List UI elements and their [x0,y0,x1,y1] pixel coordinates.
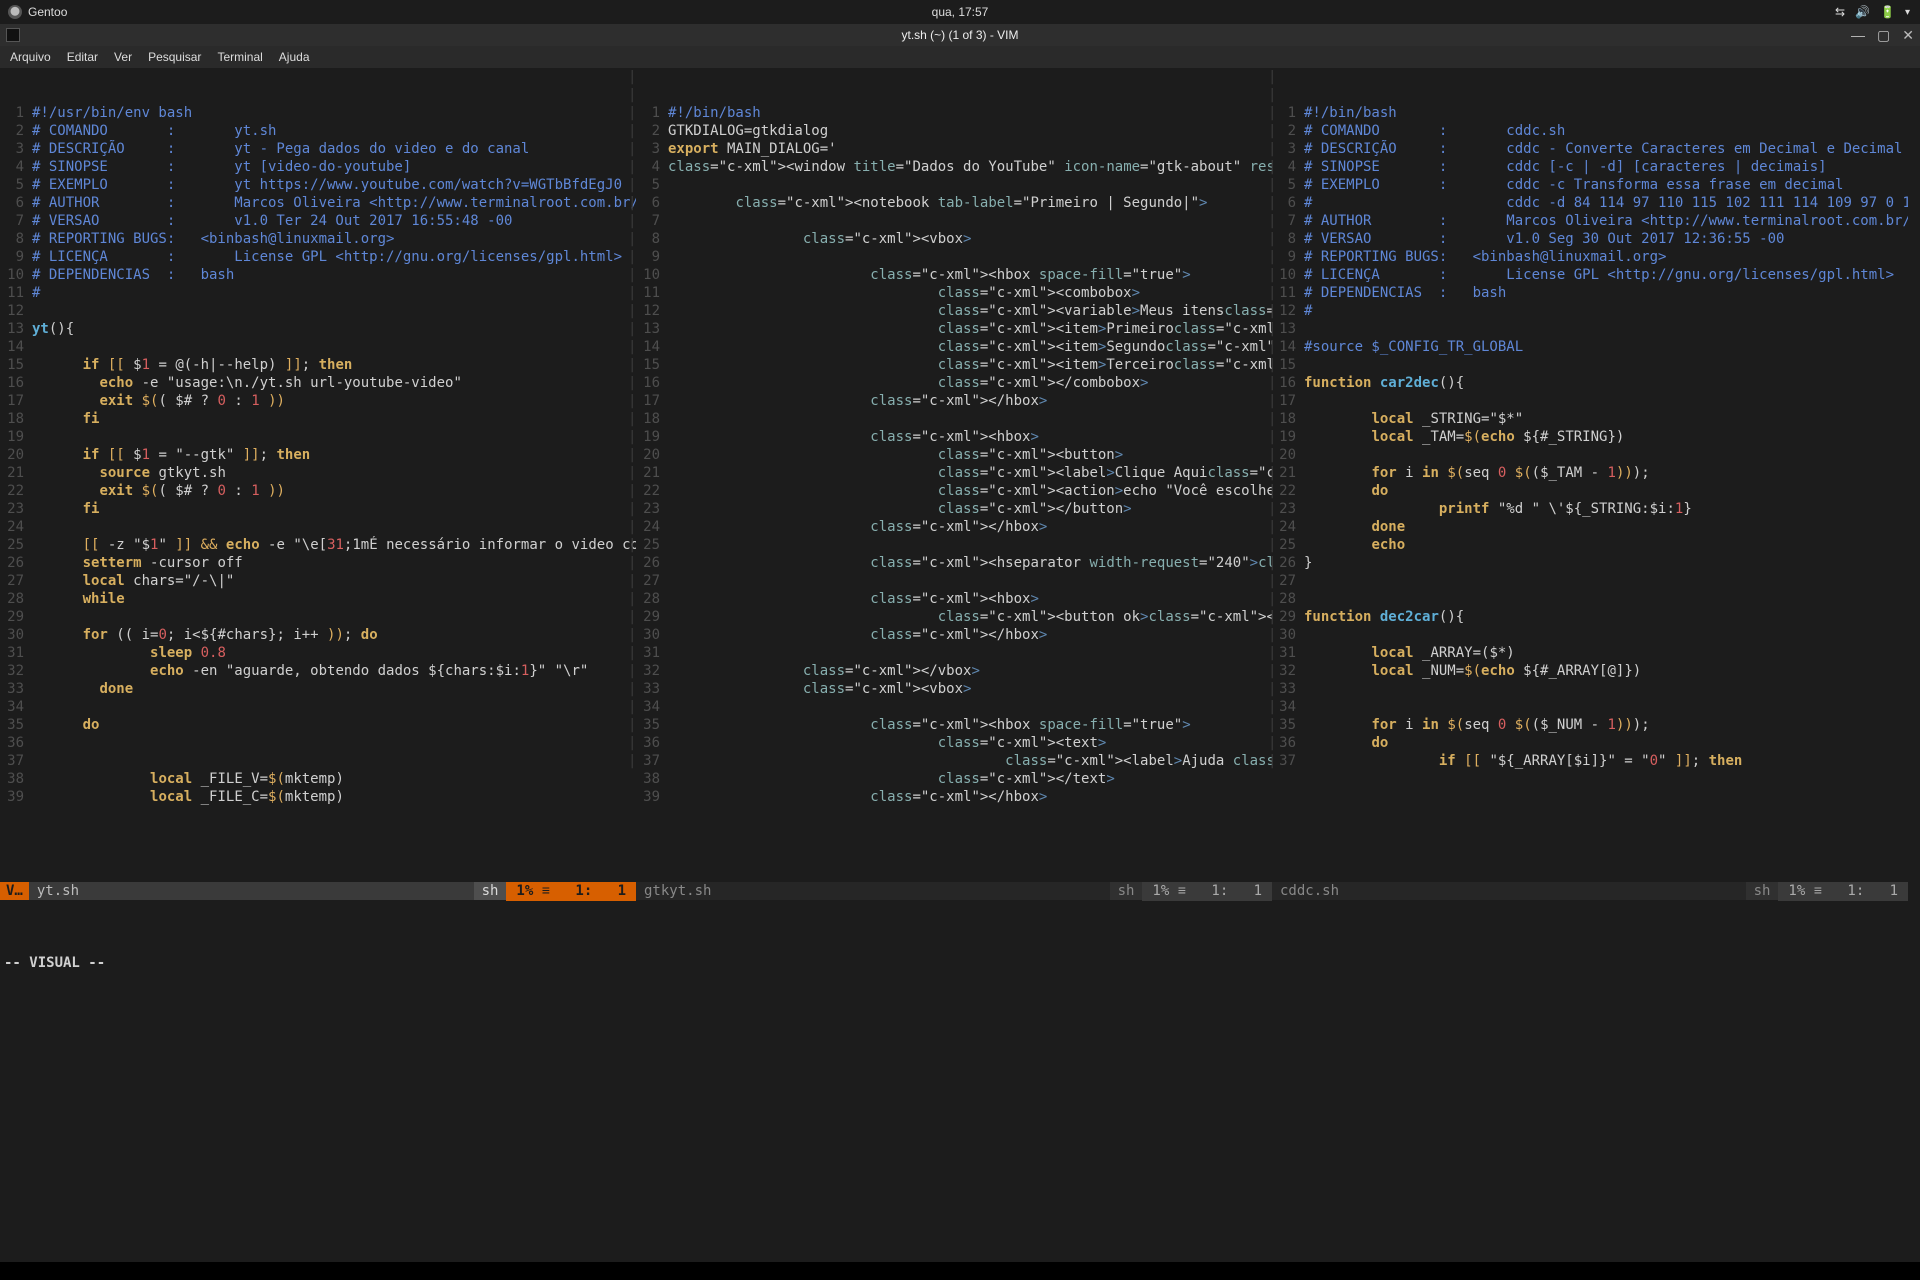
status-filetype: sh [1118,883,1135,899]
topbar-left[interactable]: Gentoo [0,5,67,19]
gentoo-logo-icon [8,5,22,19]
menu-help[interactable]: Ajuda [279,50,310,64]
code-area-3[interactable]: #!/bin/bash# COMANDO : cddc.sh# DESCRIÇÃ… [1304,104,1908,770]
status-position: 1: 1 [1211,883,1262,899]
menu-view[interactable]: Ver [114,50,132,64]
terminal-icon [6,28,20,42]
window-titlebar[interactable]: yt.sh (~) (1 of 3) - VIM — ▢ ✕ [0,24,1920,46]
gnome-topbar: Gentoo qua, 17:57 ⇆ 🔊 🔋 ▾ [0,0,1920,24]
status-sep-icon: ≡ [542,884,550,900]
network-icon[interactable]: ⇆ [1835,5,1845,19]
line-number-gutter: 1 2 3 4 5 6 7 8 910111213141516171819202… [636,104,664,806]
terminal-empty-area [0,1008,1920,1262]
status-sep-icon: ≡ [1814,884,1822,900]
menu-file[interactable]: Arquivo [10,50,51,64]
status-position: 1: 1 [575,883,626,899]
status-filename: gtkyt.sh [636,882,1110,900]
statusline-inactive-2: gtkyt.sh sh 1% ≡ 1: 1 [636,882,1272,900]
topbar-clock: qua, 17:57 [0,5,1920,19]
split-pane-1[interactable]: 1 2 3 4 5 6 7 8 910111213141516171819202… [0,104,636,810]
status-filename: cddc.sh [1272,882,1746,900]
vim-editor[interactable]: 1 2 3 4 5 6 7 8 910111213141516171819202… [0,68,1920,1064]
line-number-gutter: 1 2 3 4 5 6 7 8 910111213141516171819202… [0,104,28,806]
menu-search[interactable]: Pesquisar [148,50,201,64]
status-filetype: sh [482,883,499,899]
window-title: yt.sh (~) (1 of 3) - VIM [901,28,1018,42]
split-pane-3[interactable]: 1 2 3 4 5 6 7 8 910111213141516171819202… [1272,104,1908,810]
window-minimize-button[interactable]: — [1851,27,1865,44]
battery-icon[interactable]: 🔋 [1880,5,1895,19]
status-sep-icon: ≡ [1178,884,1186,900]
system-menu-caret-icon[interactable]: ▾ [1905,7,1910,18]
status-percent: 1% [516,883,533,899]
window-icon-area [6,28,20,42]
topbar-status-area[interactable]: ⇆ 🔊 🔋 ▾ [1835,5,1920,19]
statusline-active: V… yt.sh sh 1% ≡ 1: 1 [0,882,636,900]
sound-icon[interactable]: 🔊 [1855,5,1870,19]
menu-terminal[interactable]: Terminal [217,50,262,64]
window-maximize-button[interactable]: ▢ [1877,27,1890,44]
statusline-row: V… yt.sh sh 1% ≡ 1: 1 gtkyt.sh sh 1% ≡ 1… [0,882,1920,900]
status-percent: 1% [1152,883,1169,899]
window-close-button[interactable]: ✕ [1902,27,1914,44]
distro-name: Gentoo [28,5,67,19]
split-pane-2[interactable]: 1 2 3 4 5 6 7 8 910111213141516171819202… [636,104,1272,810]
mode-indicator: V… [0,882,29,900]
status-position: 1: 1 [1847,883,1898,899]
code-area-1[interactable]: #!/usr/bin/env bash# COMANDO : yt.sh# DE… [32,104,636,806]
line-number-gutter: 1 2 3 4 5 6 7 8 910111213141516171819202… [1272,104,1300,770]
statusline-inactive-3: cddc.sh sh 1% ≡ 1: 1 [1272,882,1908,900]
code-area-2[interactable]: #!/bin/bashGTKDIALOG=gtkdialogexport MAI… [668,104,1272,806]
menu-edit[interactable]: Editar [67,50,98,64]
status-filetype: sh [1754,883,1771,899]
vim-command-line: -- VISUAL -- [0,954,1920,972]
status-filename: yt.sh [29,882,474,900]
status-percent: 1% [1788,883,1805,899]
terminal-menubar[interactable]: Arquivo Editar Ver Pesquisar Terminal Aj… [0,46,1920,68]
